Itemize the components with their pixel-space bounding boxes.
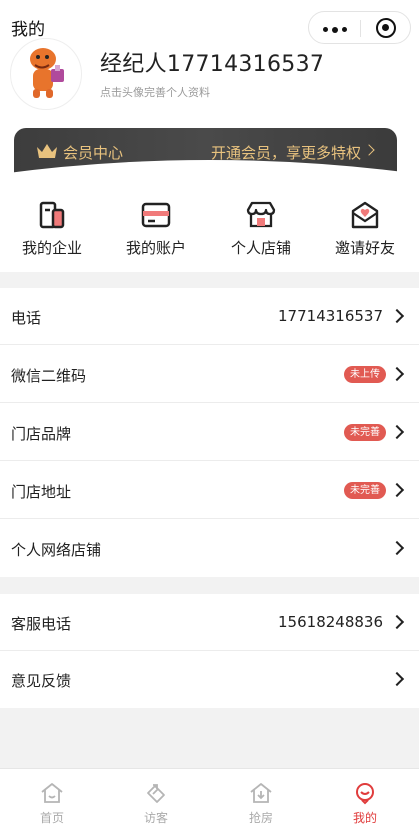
phone-row[interactable]: 电话 17714316537 — [0, 288, 419, 345]
tab-visitor[interactable]: 访客 — [104, 769, 208, 839]
quick-action-company[interactable]: 我的企业 — [0, 188, 104, 272]
quick-action-shop[interactable]: 个人店铺 — [209, 188, 313, 272]
row-label: 微信二维码 — [11, 367, 87, 385]
tab-label: 我的 — [352, 811, 377, 825]
mini-program-capsule — [308, 11, 411, 44]
avatar[interactable] — [10, 38, 82, 110]
tab-label: 访客 — [143, 811, 168, 825]
visitor-icon — [147, 784, 165, 803]
online-store-row[interactable]: 个人网络店铺 — [0, 520, 419, 577]
chevron-right-icon — [389, 540, 405, 556]
chevron-right-icon — [389, 671, 405, 687]
row-label: 个人网络店铺 — [11, 541, 102, 559]
row-label: 门店品牌 — [11, 425, 72, 443]
chevron-right-icon — [389, 614, 405, 630]
mascot-icon — [30, 48, 64, 98]
quick-action-label: 我的账户 — [125, 239, 186, 257]
quick-action-label: 个人店铺 — [230, 239, 291, 257]
quick-action-label: 我的企业 — [21, 239, 82, 257]
store-address-row[interactable]: 门店地址 未完善 — [0, 462, 419, 519]
vip-section: 会员中心 开通会员，享更多特权 — [0, 128, 419, 190]
feedback-row[interactable]: 意见反馈 — [0, 651, 419, 708]
invite-envelope-icon — [351, 201, 379, 229]
profile-header: 经纪人17714316537 点击头像完善个人资料 — [0, 38, 419, 130]
profile-hint[interactable]: 点击头像完善个人资料 — [100, 84, 210, 100]
service-list: 客服电话 15618248836 意见反馈 — [0, 594, 419, 708]
company-icon — [39, 201, 65, 229]
chevron-right-icon — [363, 144, 375, 156]
store-brand-row[interactable]: 门店品牌 未完善 — [0, 404, 419, 461]
tab-profile[interactable]: 我的 — [313, 769, 417, 839]
profile-icon — [356, 783, 374, 805]
bottom-tab-bar: 首页 访客 抢房 我的 — [0, 768, 419, 839]
grab-house-icon — [250, 783, 272, 803]
status-badge: 未上传 — [344, 366, 386, 383]
status-badge: 未完善 — [344, 482, 386, 499]
tab-grab-house[interactable]: 抢房 — [209, 769, 313, 839]
close-target-icon[interactable] — [376, 18, 396, 38]
chevron-right-icon — [389, 366, 405, 382]
quick-action-label: 邀请好友 — [334, 239, 395, 257]
row-label: 意见反馈 — [11, 672, 72, 690]
quick-actions: 我的企业 我的账户 个人店铺 邀请好友 — [0, 188, 419, 272]
chevron-right-icon — [389, 308, 405, 324]
quick-action-invite[interactable]: 邀请好友 — [313, 188, 417, 272]
app-root: 我的 经纪人17714316537 点击头像完善个人资料 会员中心 开通会员，享… — [0, 0, 419, 839]
quick-action-account[interactable]: 我的账户 — [104, 188, 208, 272]
banner-curve — [0, 160, 419, 190]
more-dots-icon[interactable] — [323, 26, 347, 33]
chevron-right-icon — [389, 482, 405, 498]
user-name: 经纪人17714316537 — [100, 52, 325, 77]
service-phone-value: 15618248836 — [278, 613, 383, 631]
chevron-right-icon — [389, 424, 405, 440]
home-icon — [41, 783, 63, 803]
tab-home[interactable]: 首页 — [0, 769, 104, 839]
row-label: 客服电话 — [11, 615, 72, 633]
profile-info-list: 电话 17714316537 微信二维码 未上传 门店品牌 未完善 门店地址 未… — [0, 288, 419, 577]
wechat-qr-row[interactable]: 微信二维码 未上传 — [0, 346, 419, 403]
row-label: 电话 — [11, 309, 42, 327]
phone-value: 17714316537 — [278, 307, 383, 325]
status-badge: 未完善 — [344, 424, 386, 441]
tab-label: 首页 — [39, 811, 64, 825]
capsule-divider — [360, 20, 361, 37]
page-title: 我的 — [11, 20, 45, 40]
shop-icon — [246, 201, 276, 228]
tab-label: 抢房 — [248, 811, 273, 825]
account-card-icon — [141, 202, 171, 228]
customer-service-row[interactable]: 客服电话 15618248836 — [0, 594, 419, 651]
row-label: 门店地址 — [11, 483, 72, 501]
